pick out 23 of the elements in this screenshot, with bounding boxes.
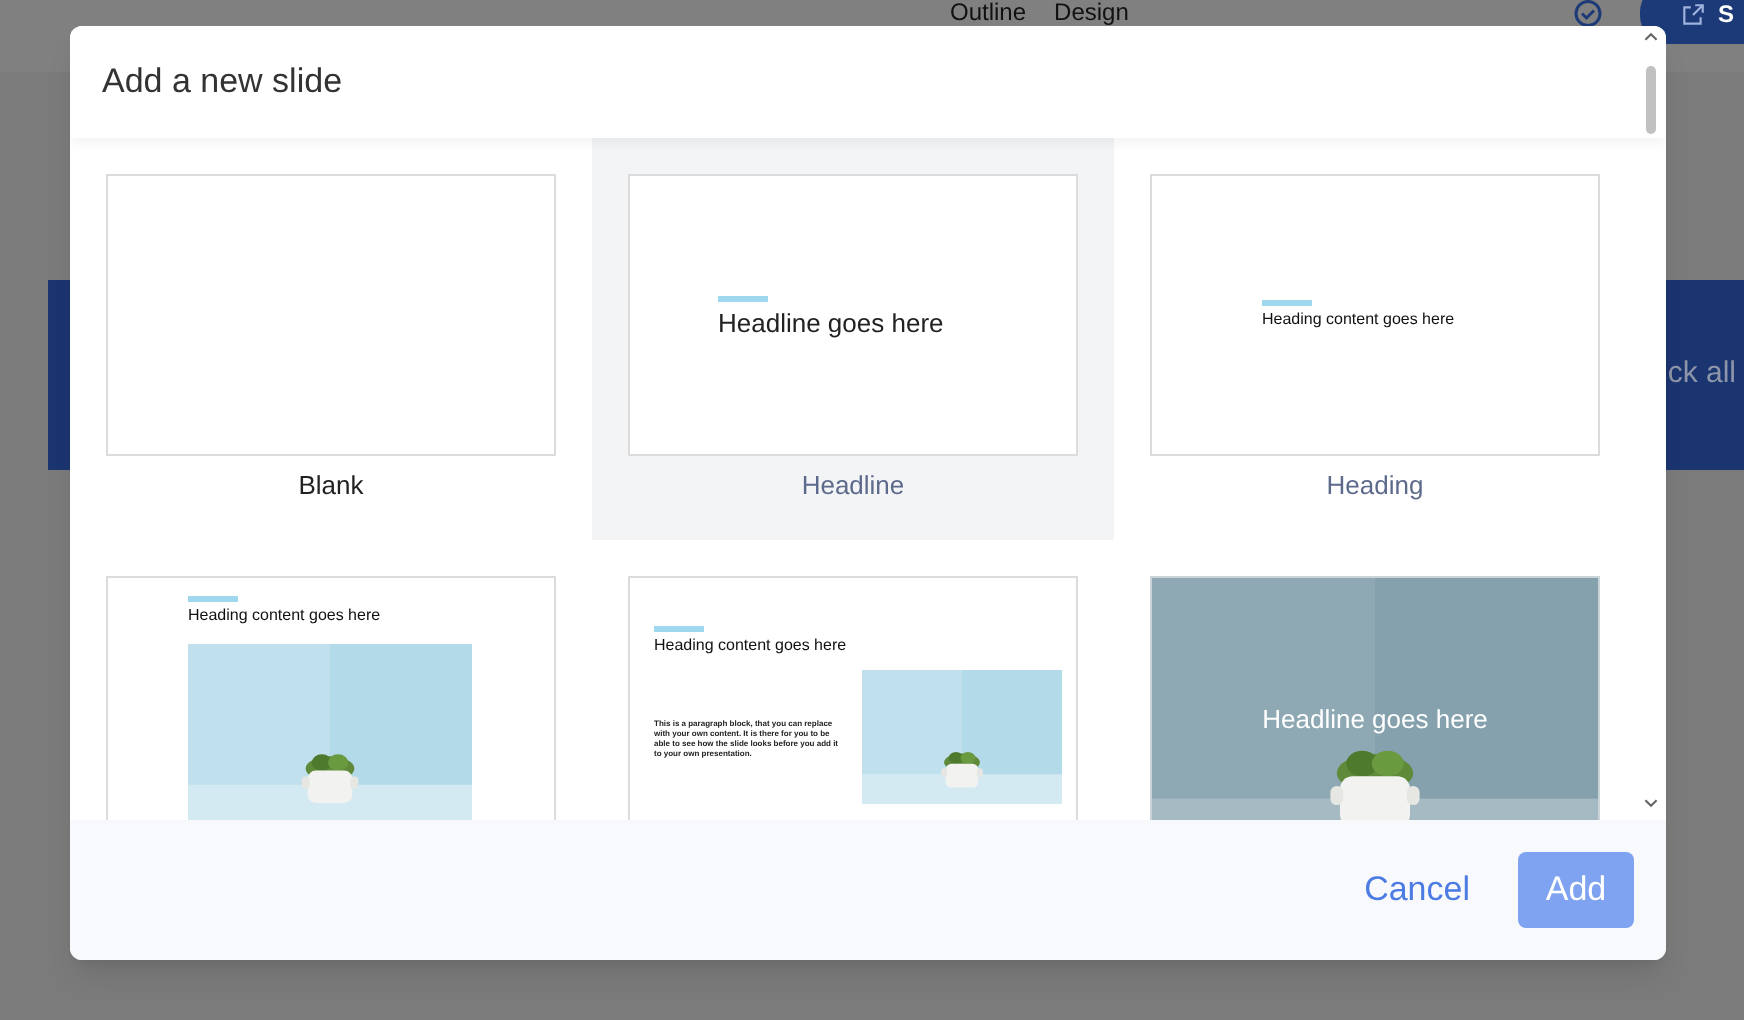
slide-headline: Headline goes here: [1260, 702, 1490, 738]
accent-bar: [1262, 300, 1312, 306]
share-button[interactable]: S: [1640, 0, 1744, 44]
cancel-button[interactable]: Cancel: [1356, 848, 1478, 932]
slide-headline: Headline goes here: [718, 306, 944, 342]
dialog-title: Add a new slide: [102, 60, 343, 105]
nav-tab[interactable]: Design: [1054, 0, 1129, 24]
scrollbar-thumb[interactable]: [1646, 66, 1656, 134]
accent-bar: [718, 296, 768, 302]
nav-tab[interactable]: Outline: [950, 0, 1027, 24]
slide-heading: Heading content goes here: [654, 634, 847, 658]
slide-heading: Heading content goes here: [188, 604, 381, 628]
slide-heading: Heading content goes here: [1262, 308, 1455, 332]
banner-text: ck all: [1667, 354, 1736, 395]
scroll-down-icon: [1644, 798, 1658, 808]
scroll-up-icon: [1644, 32, 1658, 42]
layout-option[interactable]: Headline goes here Headline: [592, 138, 1114, 540]
layout-label: Heading: [1326, 468, 1424, 504]
layout-label: Blank: [298, 468, 364, 504]
accent-bar: [188, 596, 238, 602]
external-link-icon: [1680, 1, 1706, 27]
layout-label: Headline: [801, 468, 905, 504]
accent-bar: [654, 626, 704, 632]
